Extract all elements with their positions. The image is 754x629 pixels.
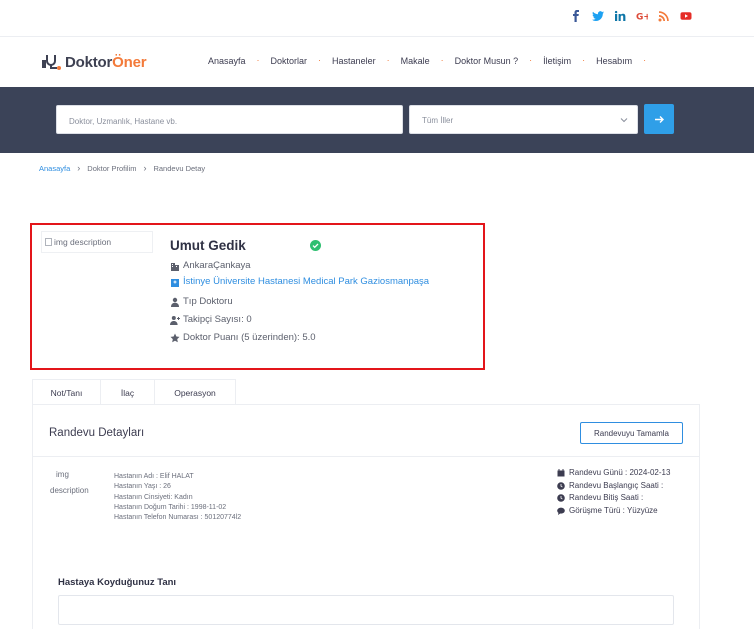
doctor-hospital[interactable]: İstinye Üniversite Hastanesi Medical Par… (170, 276, 429, 287)
search-input[interactable]: Doktor, Uzmanlık, Hastane vb. (56, 105, 403, 134)
patient-info: Hastanın Adı : Elif HALAT Hastanın Yaşı … (114, 472, 241, 523)
patient-name: Hastanın Adı : Elif HALAT (114, 473, 194, 480)
top-social-bar: G+ (0, 0, 754, 36)
appointment-end-row: Randevu Bitiş Saati : (557, 492, 670, 505)
appointment-day-row: Randevu Günü : 2024-02-13 (557, 467, 670, 480)
diagnosis-label: Hastaya Koyduğunuz Tanı (58, 577, 177, 588)
rss-icon[interactable] (658, 10, 670, 22)
google-plus-icon[interactable]: G+ (636, 10, 648, 23)
user-md-icon (171, 297, 179, 307)
doctor-hospital-text: İstinye Üniversite Hastanesi Medical Par… (183, 276, 430, 287)
doctor-card: img description Umut Gedik AnkaraÇankaya… (30, 223, 485, 370)
panel-title: Randevu Detayları (49, 427, 145, 439)
patient-photo-alt-line1: img (56, 470, 69, 479)
chat-icon (557, 507, 565, 515)
appointment-panel: Randevu Detayları Randevuyu Tamamla img … (32, 404, 700, 629)
chevron-down-icon (620, 118, 628, 123)
appointment-start: Randevu Başlangıç Saati : (569, 480, 664, 490)
broken-image-icon (45, 238, 52, 246)
appointment-end: Randevu Bitiş Saati : (569, 493, 644, 502)
nav-item-doktor-musun[interactable]: Doktor Musun ? (455, 56, 519, 66)
nav-item-hastaneler[interactable]: Hastaneler (332, 56, 376, 66)
search-button[interactable] (644, 104, 674, 134)
nav-separator: · (256, 55, 260, 65)
breadcrumb-current: Randevu Detay (153, 163, 206, 173)
doctor-photo: img description (41, 231, 153, 253)
patient-gender: Hastanın Cinsiyeti: Kadın (114, 493, 193, 501)
detail-tabs: Not/Tanı İlaç Operasyon (32, 379, 236, 405)
doctor-specialty: Tıp Doktoru (170, 296, 233, 307)
doctor-followers-text: Takipçi Sayısı: 0 (183, 314, 252, 325)
calendar-icon (557, 469, 565, 477)
nav-separator: · (440, 55, 444, 65)
linkedin-icon[interactable] (614, 10, 626, 22)
nav-separator: · (386, 55, 390, 65)
appointment-type-row: Görüşme Türü : Yüzyüze (557, 505, 670, 518)
nav-item-doktorlar[interactable]: Doktorlar (271, 56, 308, 66)
doctor-rating-text: Doktor Puanı (5 üzerinden): 5.0 (183, 332, 316, 343)
doctor-name: Umut Gedik (170, 238, 246, 253)
nav-item-makale[interactable]: Makale (401, 56, 430, 66)
doctor-location: AnkaraÇankaya (170, 260, 251, 271)
divider (33, 456, 699, 457)
social-links: G+ (570, 10, 692, 22)
clock-icon (557, 494, 565, 503)
appointment-start-row: Randevu Başlangıç Saati : (557, 480, 670, 493)
patient-birth-date: Hastanın Doğum Tarihi : 1998-11-02 (114, 503, 227, 511)
arrow-right-icon (654, 115, 664, 123)
complete-appointment-button[interactable]: Randevuyu Tamamla (580, 422, 683, 444)
appointment-info: Randevu Günü : 2024-02-13 Randevu Başlan… (557, 467, 670, 517)
logo-text-part2: Öner (112, 53, 147, 71)
site-logo[interactable]: Doktor Öner (41, 52, 147, 72)
site-header: Doktor Öner Anasayfa · Doktorlar · Hastanel… (0, 36, 754, 87)
nav-separator: · (582, 55, 586, 65)
breadcrumb-home[interactable]: Anasayfa (39, 164, 70, 173)
doctor-followers: Takipçi Sayısı: 0 (170, 314, 252, 325)
diagnosis-input[interactable] (58, 595, 674, 625)
svg-text:G+: G+ (636, 13, 648, 23)
patient-photo: img description (50, 467, 102, 499)
patient-photo-alt-line2: description (50, 486, 89, 495)
facebook-icon[interactable] (570, 10, 582, 22)
nav-separator: · (318, 55, 322, 65)
nav-item-iletisim[interactable]: İletişim (543, 56, 571, 66)
breadcrumb-doctor-profile[interactable]: Doktor Profilim (87, 164, 136, 173)
logo-text-part1: Doktor (65, 53, 113, 71)
doctor-rating: Doktor Puanı (5 üzerinden): 5.0 (170, 332, 316, 343)
star-icon (170, 333, 180, 342)
tab-not-tani[interactable]: Not/Tanı (32, 379, 101, 405)
patient-age: Hastanın Yaşı : 26 (114, 483, 171, 491)
hospital-icon (171, 278, 179, 287)
search-band: Doktor, Uzmanlık, Hastane vb. Tüm İller (0, 87, 754, 153)
nav-item-anasayfa[interactable]: Anasayfa (208, 56, 246, 66)
tab-operasyon[interactable]: Operasyon (155, 379, 236, 405)
stethoscope-icon (42, 55, 61, 70)
main-nav: Anasayfa · Doktorlar · Hastaneler · Makale ·… (208, 55, 657, 67)
verified-check-icon (310, 240, 321, 251)
doctor-specialty-text: Tıp Doktoru (183, 296, 233, 307)
appointment-type: Görüşme Türü : Yüzyüze (569, 505, 658, 515)
appointment-day: Randevu Günü : 2024-02-13 (569, 468, 671, 477)
youtube-icon[interactable] (680, 10, 692, 22)
building-icon (171, 262, 179, 271)
patient-phone: Hastanın Telefon Numarası : 50120774l2 (114, 514, 242, 522)
tab-ilac[interactable]: İlaç (101, 379, 155, 405)
city-select-value: Tüm İller (422, 116, 454, 125)
chevron-right-icon: › (143, 163, 147, 173)
chevron-right-icon: › (77, 163, 81, 173)
clock-icon (557, 481, 565, 490)
breadcrumb: Anasayfa › Doktor Profilim › Randevu Det… (39, 163, 205, 173)
doctor-photo-alt: img description (54, 237, 112, 247)
nav-item-hesabim[interactable]: Hesabım (596, 56, 632, 66)
doctor-location-text: AnkaraÇankaya (183, 260, 251, 271)
nav-separator: · (643, 55, 647, 65)
nav-separator: · (529, 55, 533, 65)
twitter-icon[interactable] (592, 10, 604, 22)
user-plus-icon (170, 315, 180, 325)
city-select[interactable]: Tüm İller (409, 105, 638, 134)
